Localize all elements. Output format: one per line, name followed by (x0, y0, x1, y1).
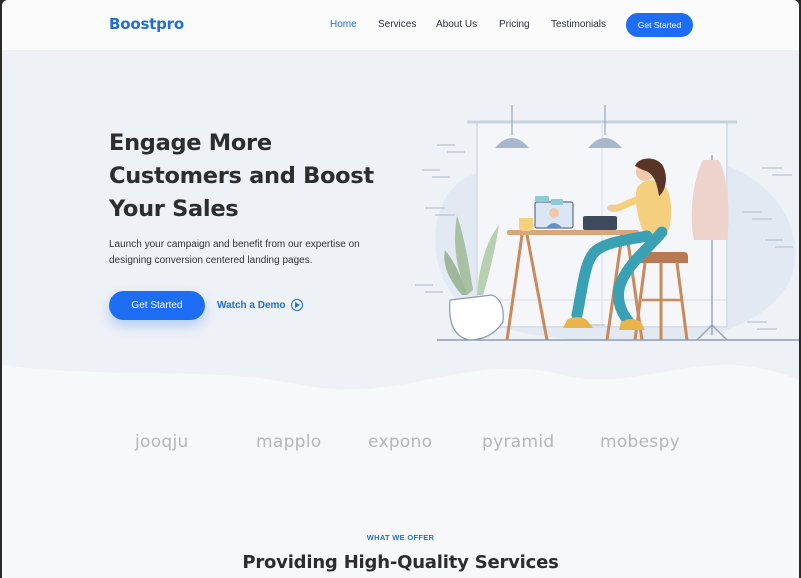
watch-demo-link[interactable]: Watch a Demo (217, 299, 303, 311)
hero-title-line: Your Sales (109, 196, 239, 222)
page-frame: Boostpro Home Services About Us Pricing … (2, 0, 799, 578)
plant-pot (449, 294, 504, 341)
hero-subtitle: Launch your campaign and benefit from ou… (109, 239, 360, 266)
brand-logo-expono: expono (368, 432, 433, 452)
hero-illustration (415, 105, 799, 342)
site-header: Boostpro Home Services About Us Pricing … (2, 0, 799, 50)
mug (519, 218, 533, 231)
brand-logo-jooqju: jooqju (135, 432, 189, 452)
nav-about-us[interactable]: About Us (436, 19, 477, 30)
section-eyebrow: WHAT WE OFFER (366, 533, 435, 542)
nav-testimonials[interactable]: Testimonials (551, 19, 606, 30)
play-icon (290, 299, 303, 311)
header-get-started-button[interactable]: Get Started (626, 13, 693, 37)
nav-services[interactable]: Services (378, 19, 416, 30)
nav-home[interactable]: Home (330, 19, 357, 30)
section-title: Providing High-Quality Services (242, 552, 559, 573)
nav-pricing[interactable]: Pricing (499, 19, 530, 30)
brand-logo-pyramid: pyramid (482, 432, 555, 452)
logo[interactable]: Boostpro (109, 15, 184, 33)
watch-demo-label: Watch a Demo (217, 299, 286, 311)
hero-title: Engage More Customers and Boost Your Sal… (109, 127, 409, 226)
hero-title-line: Engage More (109, 130, 272, 156)
hero-get-started-button[interactable]: Get Started (109, 291, 205, 320)
brand-logo-mapplo: mapplo (256, 432, 322, 452)
hero-title-line: Customers and Boost (109, 163, 374, 189)
brand-logo-mobespy: mobespy (600, 432, 681, 452)
